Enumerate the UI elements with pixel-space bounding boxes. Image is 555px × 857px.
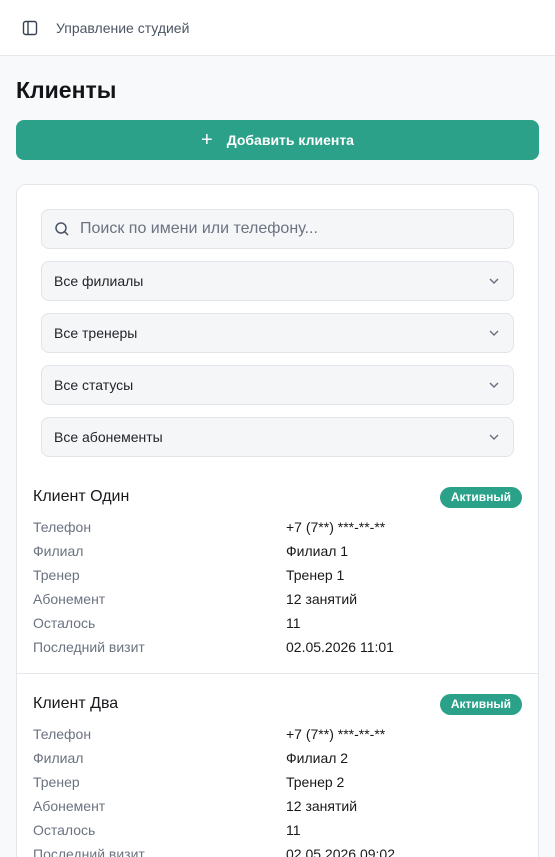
detail-value: 02.05.2026 11:01: [286, 639, 394, 655]
detail-row-remaining: Осталось 11: [33, 818, 522, 842]
status-badge: Активный: [439, 693, 522, 715]
client-card[interactable]: Клиент Два Активный Телефон +7 (7**) ***…: [17, 674, 538, 857]
detail-value: Филиал 1: [286, 543, 349, 559]
top-bar: Управление студией: [0, 0, 555, 56]
detail-value: +7 (7**) ***-**-**: [286, 519, 386, 535]
detail-label: Филиал: [33, 543, 84, 559]
detail-value: Тренер 2: [286, 774, 345, 790]
client-card[interactable]: Клиент Один Активный Телефон +7 (7**) **…: [17, 477, 538, 674]
detail-row-phone: Телефон +7 (7**) ***-**-**: [33, 515, 522, 539]
detail-label: Осталось: [33, 822, 96, 838]
detail-label: Тренер: [33, 567, 80, 583]
detail-row-phone: Телефон +7 (7**) ***-**-**: [33, 722, 522, 746]
detail-label: Абонемент: [33, 591, 106, 607]
detail-label: Телефон: [33, 519, 92, 535]
subscription-filter-select[interactable]: Все абонементы: [41, 417, 514, 457]
detail-label: Абонемент: [33, 798, 106, 814]
search-box[interactable]: [41, 209, 514, 249]
chevron-down-icon: [487, 326, 501, 340]
detail-row-branch: Филиал Филиал 1: [33, 539, 522, 563]
status-filter-value: Все статусы: [54, 377, 134, 393]
sidebar-toggle-icon[interactable]: [22, 20, 38, 36]
status-badge: Активный: [439, 486, 522, 508]
main-content: Клиенты + Добавить клиента Все филиалы: [0, 76, 555, 857]
detail-row-last-visit: Последний визит 02.05.2026 11:01: [33, 635, 522, 659]
branch-filter-value: Все филиалы: [54, 273, 144, 289]
search-icon: [54, 221, 70, 237]
detail-row-branch: Филиал Филиал 2: [33, 746, 522, 770]
detail-row-trainer: Тренер Тренер 1: [33, 563, 522, 587]
trainer-filter-value: Все тренеры: [54, 325, 138, 341]
detail-value: Филиал 2: [286, 750, 349, 766]
branch-filter-select[interactable]: Все филиалы: [41, 261, 514, 301]
chevron-down-icon: [487, 430, 501, 444]
client-details: Телефон +7 (7**) ***-**-** Филиал Филиал…: [33, 515, 522, 659]
detail-label: Телефон: [33, 726, 92, 742]
subscription-filter-value: Все абонементы: [54, 429, 163, 445]
client-card-header: Клиент Один Активный: [33, 485, 522, 509]
add-client-label: Добавить клиента: [226, 132, 354, 148]
detail-label: Филиал: [33, 750, 84, 766]
client-name: Клиент Два: [33, 695, 119, 712]
detail-label: Осталось: [33, 615, 96, 631]
detail-value: 11: [286, 822, 301, 838]
detail-value: +7 (7**) ***-**-**: [286, 726, 386, 742]
chevron-down-icon: [487, 274, 501, 288]
detail-row-trainer: Тренер Тренер 2: [33, 770, 522, 794]
trainer-filter-select[interactable]: Все тренеры: [41, 313, 514, 353]
detail-row-last-visit: Последний визит 02.05.2026 09:02: [33, 842, 522, 857]
client-name: Клиент Один: [33, 488, 130, 505]
detail-value: 02.05.2026 09:02: [286, 846, 395, 857]
detail-row-subscription: Абонемент 12 занятий: [33, 587, 522, 611]
status-filter-select[interactable]: Все статусы: [41, 365, 514, 405]
detail-row-remaining: Осталось 11: [33, 611, 522, 635]
detail-label: Тренер: [33, 774, 80, 790]
detail-label: Последний визит: [33, 846, 145, 857]
clients-panel: Все филиалы Все тренеры Все статусы Все …: [16, 184, 539, 857]
detail-value: 11: [286, 615, 301, 631]
detail-value: 12 занятий: [286, 798, 358, 814]
detail-row-subscription: Абонемент 12 занятий: [33, 794, 522, 818]
chevron-down-icon: [487, 378, 501, 392]
detail-label: Последний визит: [33, 639, 145, 655]
client-details: Телефон +7 (7**) ***-**-** Филиал Филиал…: [33, 722, 522, 857]
page-title: Клиенты: [16, 77, 117, 103]
app-title: Управление студией: [56, 19, 190, 36]
search-input[interactable]: [80, 220, 500, 238]
plus-icon: +: [201, 129, 213, 151]
client-card-header: Клиент Два Активный: [33, 692, 522, 716]
detail-value: Тренер 1: [286, 567, 345, 583]
detail-value: 12 занятий: [286, 591, 358, 607]
add-client-button[interactable]: + Добавить клиента: [16, 120, 539, 160]
filters: Все филиалы Все тренеры Все статусы Все …: [17, 185, 538, 457]
